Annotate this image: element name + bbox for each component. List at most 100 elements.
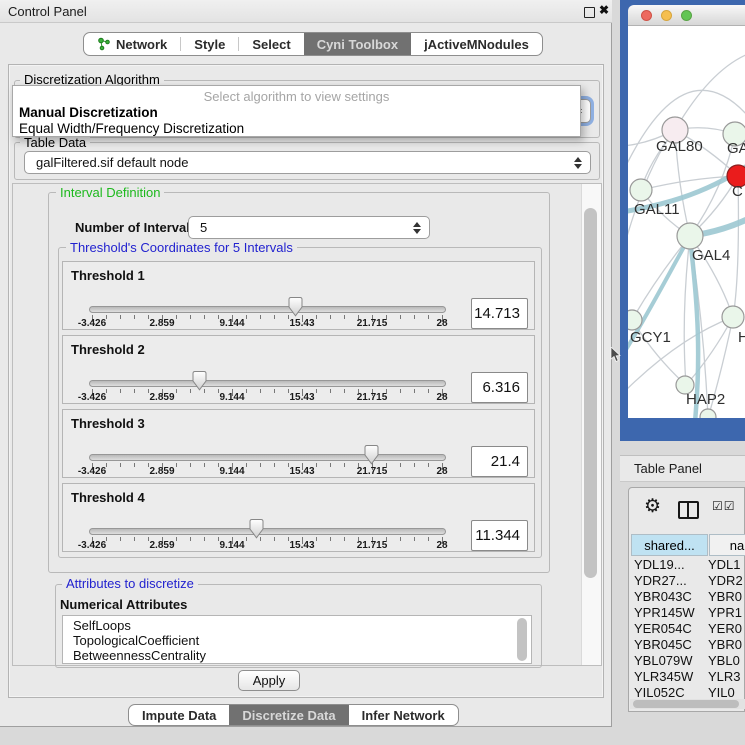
- slider-tick: [106, 537, 107, 541]
- table-row[interactable]: YBR043CYBR0: [630, 589, 745, 605]
- tab-select[interactable]: Select: [239, 33, 303, 55]
- gal4-node[interactable]: [677, 223, 703, 249]
- gcy1-node[interactable]: [628, 310, 642, 330]
- number-of-intervals-combobox[interactable]: 5: [188, 216, 430, 239]
- slider-tick: [260, 463, 261, 467]
- threshold-2-value-field[interactable]: 6.316: [471, 372, 528, 403]
- tab-cyni-toolbox[interactable]: Cyni Toolbox: [304, 33, 411, 55]
- attribute-item-topologicalcoefficient[interactable]: TopologicalCoefficient: [63, 633, 531, 648]
- node-bottom[interactable]: [700, 409, 716, 418]
- tab-infer-network[interactable]: Infer Network: [349, 705, 458, 725]
- tab-impute-data[interactable]: Impute Data: [129, 705, 229, 725]
- zoom-traffic-light-icon[interactable]: [681, 10, 692, 21]
- table-hscrollbar-track[interactable]: [630, 699, 745, 709]
- threshold-3-label: Threshold 3: [71, 416, 145, 431]
- node-right-h[interactable]: [722, 306, 744, 328]
- slider-tick: [176, 463, 177, 467]
- slider-scale-label: 15.43: [279, 466, 325, 477]
- slider-tick: [204, 315, 205, 319]
- tab-label: Style: [194, 37, 225, 52]
- network-window-titlebar[interactable]: [628, 5, 745, 26]
- dropdown-option-manual-discretization[interactable]: Manual Discretization: [19, 105, 158, 120]
- gear-icon[interactable]: ⚙: [644, 497, 661, 516]
- slider-tick: [386, 315, 387, 319]
- cell-name: YBR0: [708, 637, 742, 652]
- threshold-1-slider-track[interactable]: [89, 306, 446, 313]
- slider-scale-label: 21.715: [349, 466, 395, 477]
- minimize-traffic-light-icon[interactable]: [661, 10, 672, 21]
- slider-scale-label: 21.715: [349, 540, 395, 551]
- threshold-3-slider-track[interactable]: [89, 454, 446, 461]
- split-columns-icon[interactable]: [678, 501, 699, 519]
- table-data-selected-value: galFiltered.sif default node: [25, 155, 570, 170]
- number-of-intervals-value: 5: [189, 220, 409, 235]
- threshold-3-slider-thumb[interactable]: [364, 444, 379, 465]
- tab-discretize-data[interactable]: Discretize Data: [229, 705, 348, 725]
- numerical-attributes-list[interactable]: SelfLoopsTopologicalCoefficientBetweenne…: [62, 615, 532, 664]
- interval-definition-label: Interval Definition: [56, 186, 164, 200]
- table-row[interactable]: YIL052CYIL0: [630, 685, 745, 698]
- cell-name: YBL0: [708, 653, 740, 668]
- table-hscrollbar-thumb[interactable]: [633, 700, 739, 708]
- slider-scale-label: 2.859: [139, 392, 185, 403]
- cell-name: YIL0: [708, 685, 735, 698]
- table-row[interactable]: YDR27...YDR2: [630, 573, 745, 589]
- table-row[interactable]: YBR045CYBR0: [630, 637, 745, 653]
- attribute-item-betweennesscentrality[interactable]: BetweennessCentrality: [63, 648, 531, 663]
- threshold-4-slider-thumb[interactable]: [249, 518, 264, 539]
- dropdown-placeholder: Select algorithm to view settings: [13, 89, 580, 104]
- slider-scale-label: 28: [419, 318, 465, 329]
- slider-scale-label: 9.144: [209, 466, 255, 477]
- column-header-name[interactable]: name: [709, 534, 745, 556]
- table-row[interactable]: YER054CYER0: [630, 621, 745, 637]
- table-row[interactable]: YPR145WYPR1: [630, 605, 745, 621]
- apply-button[interactable]: Apply: [238, 670, 300, 691]
- threshold-2-slider-track[interactable]: [89, 380, 446, 387]
- float-window-icon[interactable]: [584, 7, 595, 18]
- table-row[interactable]: YBL079WYBL0: [630, 653, 745, 669]
- slider-tick: [106, 315, 107, 319]
- threshold-4-panel: Threshold 4-3.4262.8599.14415.4321.71528…: [62, 483, 535, 552]
- tab-network[interactable]: Network: [84, 33, 180, 55]
- tab-jactivemnodules[interactable]: jActiveMNodules: [411, 33, 542, 55]
- slider-tick: [330, 315, 331, 319]
- slider-tick: [176, 537, 177, 541]
- slider-scale-label: 28: [419, 466, 465, 477]
- close-icon[interactable]: ✖: [599, 3, 609, 17]
- slider-tick: [190, 315, 191, 319]
- threshold-4-value-field[interactable]: 11.344: [471, 520, 528, 551]
- slider-tick: [344, 463, 345, 467]
- slider-tick: [120, 537, 121, 541]
- table-panel-title: Table Panel: [634, 461, 702, 476]
- table-row[interactable]: YLR345WYLR3: [630, 669, 745, 685]
- cell-shared-name: YPR145W: [630, 605, 708, 621]
- select-columns-checkboxes-icon[interactable]: ☑☑: [712, 499, 736, 513]
- slider-tick: [274, 463, 275, 467]
- table-data-combobox[interactable]: galFiltered.sif default node: [24, 151, 591, 174]
- threshold-2-slider-thumb[interactable]: [192, 370, 207, 391]
- slider-tick: [344, 315, 345, 319]
- slider-scale-label: 2.859: [139, 540, 185, 551]
- control-panel-tabbar: Network Style SelectCyni ToolboxjActiveMNo…: [83, 32, 543, 56]
- slider-tick: [190, 389, 191, 393]
- dropdown-option-equal-width-frequency[interactable]: Equal Width/Frequency Discretization: [19, 121, 244, 136]
- attributes-list-scrollbar-thumb[interactable]: [517, 618, 527, 661]
- gal11-node[interactable]: [630, 179, 652, 201]
- threshold-3-value-field[interactable]: 21.4: [471, 446, 528, 477]
- close-traffic-light-icon[interactable]: [641, 10, 652, 21]
- column-header-shared-name[interactable]: shared...: [631, 534, 708, 556]
- cell-name: YDR2: [708, 573, 743, 588]
- table-panel-window: ⚙ ☑☑ shared... name YDL19...YDL1YDR27...…: [628, 487, 745, 712]
- table-row[interactable]: YDL19...YDL1: [630, 557, 745, 573]
- network-canvas[interactable]: GAL80GACGAL11GAL4GCY1HHAP2: [628, 26, 745, 418]
- tab-style[interactable]: Style: [181, 33, 238, 55]
- tab-label: Impute Data: [142, 708, 216, 723]
- main-scrollbar-thumb[interactable]: [584, 208, 597, 578]
- slider-tick: [414, 315, 415, 319]
- window-title: Control Panel: [8, 4, 87, 19]
- slider-tick: [274, 315, 275, 319]
- threshold-1-value-field[interactable]: 14.713: [471, 298, 528, 329]
- threshold-4-slider-track[interactable]: [89, 528, 446, 535]
- attribute-item-selfloops[interactable]: SelfLoops: [63, 616, 531, 633]
- threshold-1-slider-thumb[interactable]: [288, 296, 303, 317]
